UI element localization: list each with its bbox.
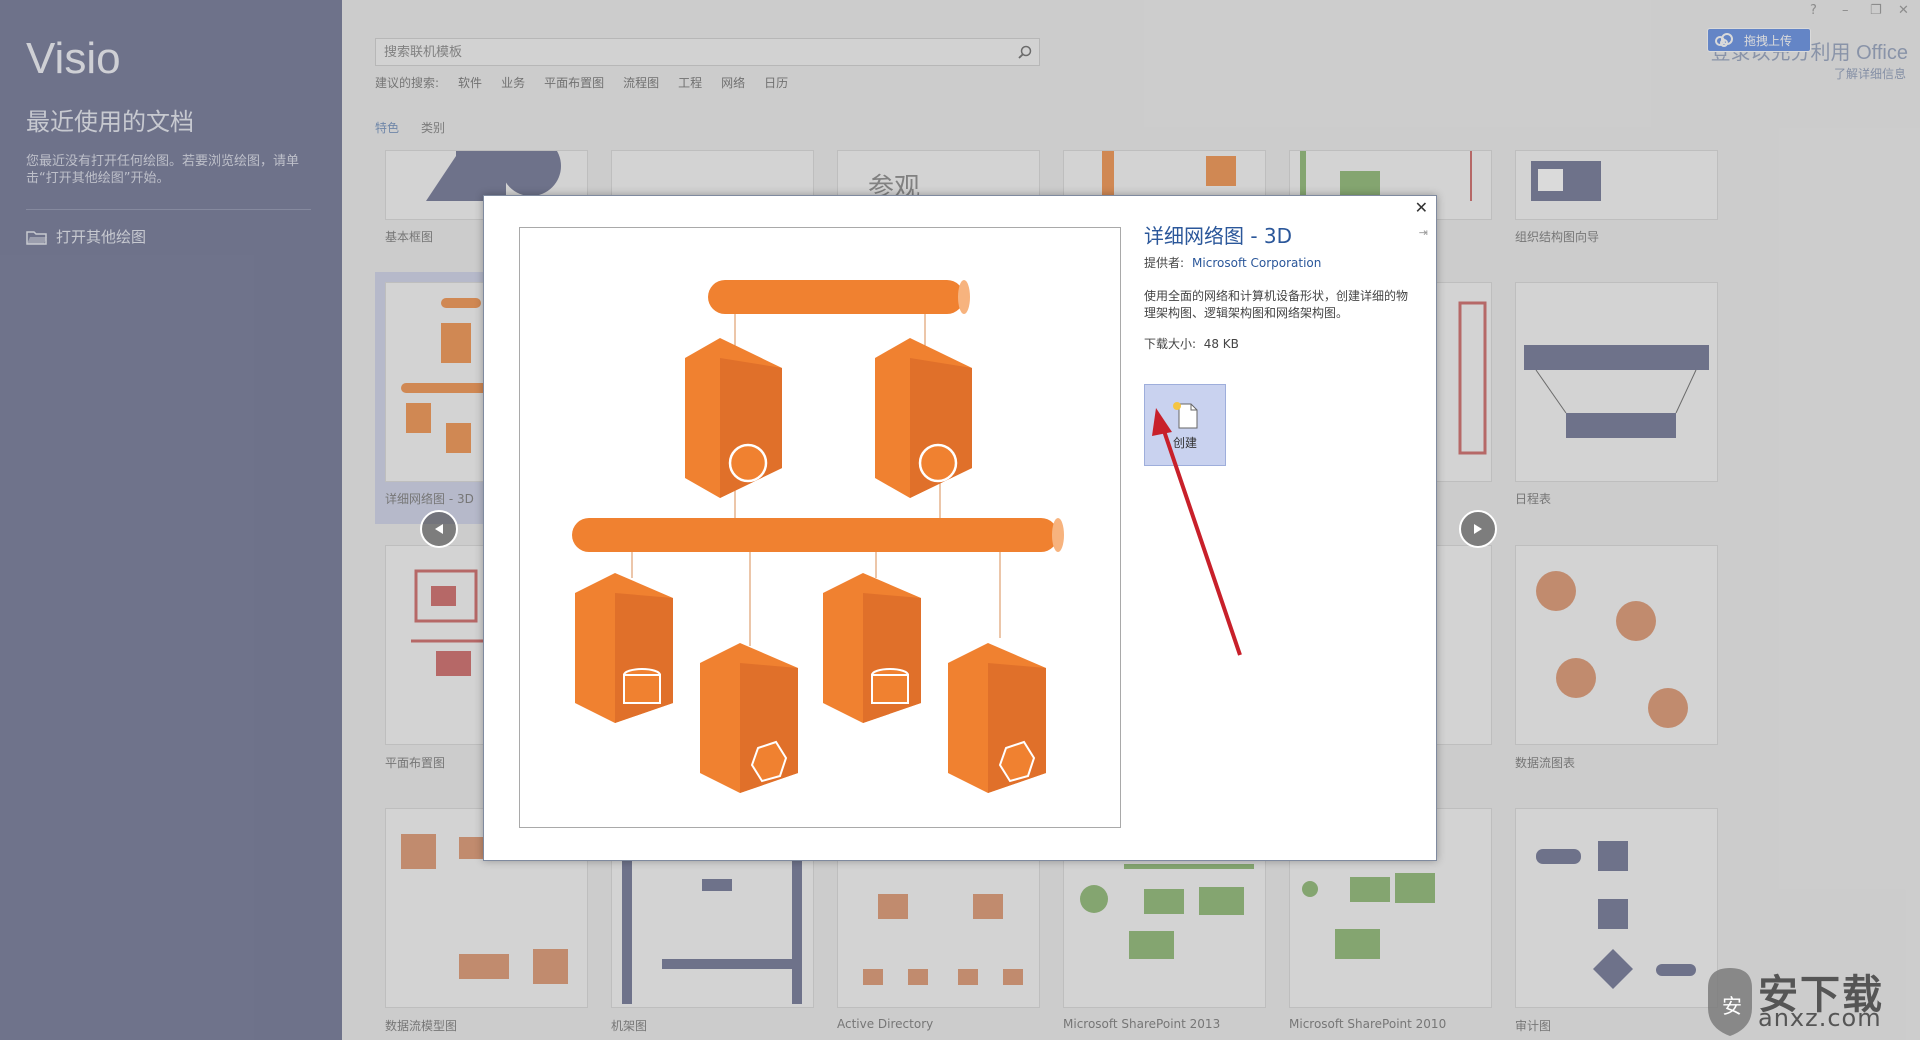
watermark-url: anxz.com [1758, 1004, 1882, 1032]
annotation-arrow [1152, 408, 1242, 656]
svg-text:安: 安 [1722, 994, 1742, 1018]
